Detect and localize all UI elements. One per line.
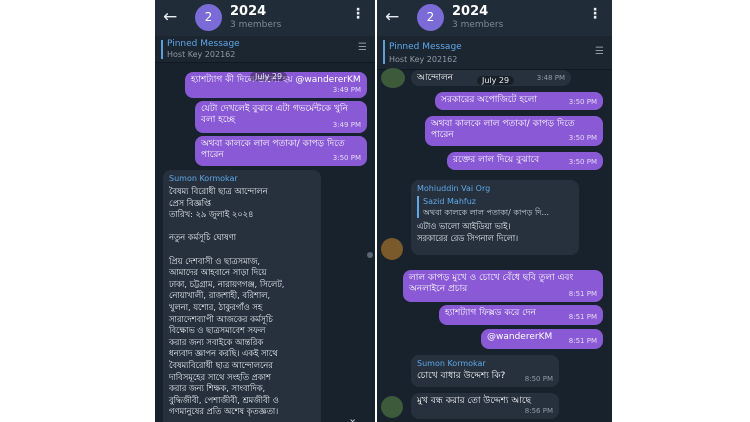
chat-header: ← 2 2024 3 members ⋮ bbox=[377, 0, 612, 36]
message-bubble[interactable]: লাল কাপড় মুখে ও চোখে বেঁধে ছবি তুলা এবং… bbox=[403, 270, 603, 302]
chat-panel-left: ← 2 2024 3 members ⋮ Pinned Message Host… bbox=[155, 0, 375, 422]
reply-message[interactable]: Mohiuddin Vai Org Sazid Mahfuz অথবা কালক… bbox=[411, 180, 579, 255]
avatar[interactable] bbox=[381, 68, 405, 88]
quote-text: অথবা কালকে লাল পতাকা/ কাপড় দি... bbox=[423, 208, 550, 217]
message-time: 8:51 PM bbox=[568, 313, 597, 321]
member-count: 3 members bbox=[230, 20, 282, 30]
member-count: 3 members bbox=[452, 20, 504, 30]
message-text: বৈষম্য বিরোধী ছাত্র আন্দোলন প্রেস বিজ্ঞপ… bbox=[169, 186, 285, 417]
group-avatar[interactable]: 2 bbox=[417, 4, 444, 31]
reply-quote[interactable]: Sazid Mahfuz অথবা কালকে লাল পতাকা/ কাপড়… bbox=[417, 196, 573, 218]
scroll-indicator[interactable] bbox=[367, 252, 373, 258]
message-time: 8:56 PM bbox=[524, 407, 553, 415]
message-bubble[interactable]: অথবা কালকে লাল পতাকা/ কাপড় দিতে পারেন 3… bbox=[195, 136, 367, 166]
message-bubble[interactable]: যেটা দেখলেই বুঝবে এটা গভর্মেন্টকে খুনি ব… bbox=[195, 101, 367, 133]
pin-accent-bar bbox=[161, 40, 163, 59]
avatar[interactable] bbox=[381, 396, 403, 418]
chevron-down-icon[interactable]: ⌄ bbox=[348, 412, 357, 422]
message-bubble[interactable]: রক্তের লাল দিয়ে বুঝাবে 3:50 PM bbox=[447, 152, 603, 170]
pin-list-icon[interactable]: ☰ bbox=[358, 42, 367, 53]
message-time: 3:50 PM bbox=[332, 154, 361, 162]
pinned-label: Pinned Message bbox=[167, 39, 240, 49]
message-bubble[interactable]: অথবা কালকে লাল পতাকা/ কাপড় দিতে পারেন 3… bbox=[425, 116, 603, 146]
sender-name: Sumon Kormokar bbox=[169, 174, 238, 183]
chat-title[interactable]: 2024 bbox=[230, 4, 266, 19]
sender-name: Mohiuddin Vai Org bbox=[417, 184, 491, 193]
message-time: 8:51 PM bbox=[568, 290, 597, 298]
group-avatar[interactable]: 2 bbox=[195, 4, 222, 31]
message-time: 3:50 PM bbox=[568, 134, 597, 142]
press-release-message[interactable]: Sumon Kormokar বৈষম্য বিরোধী ছাত্র আন্দো… bbox=[163, 170, 321, 422]
pin-accent-bar bbox=[383, 40, 385, 64]
message-time: 3:49 PM bbox=[332, 86, 361, 94]
avatar[interactable] bbox=[381, 238, 403, 260]
message-bubble[interactable]: সরকারের অপোজিটে হলো 3:50 PM bbox=[435, 92, 603, 110]
arrow-left-icon[interactable]: ← bbox=[385, 7, 399, 27]
message-bubble[interactable]: Sumon Kormokar চোখে বাধার উদ্দেশ্য কি? 8… bbox=[411, 355, 559, 387]
message-bubble[interactable]: @wandererKM 8:51 PM bbox=[481, 329, 603, 349]
date-chip: July 29 bbox=[477, 76, 515, 85]
date-chip: July 29 bbox=[250, 72, 288, 81]
arrow-left-icon[interactable]: ← bbox=[163, 7, 177, 27]
message-bubble[interactable]: হ্যাশট্যাগ ফিক্সড করে দেন 8:51 PM bbox=[439, 305, 603, 325]
message-time: 8:51 PM bbox=[568, 337, 597, 345]
pinned-message[interactable]: Pinned Message Host Key 202162 ☰ bbox=[155, 36, 375, 63]
message-time: 3:50 PM bbox=[568, 98, 597, 106]
more-options-icon[interactable]: ⋮ bbox=[588, 6, 602, 22]
pinned-message[interactable]: Pinned Message Host Key 202162 ☰ bbox=[377, 36, 612, 70]
message-time: 3:50 PM bbox=[568, 158, 597, 166]
more-options-icon[interactable]: ⋮ bbox=[351, 6, 365, 22]
pinned-text: Host Key 202162 bbox=[389, 55, 458, 64]
message-time: 3:49 PM bbox=[332, 121, 361, 129]
chat-header: ← 2 2024 3 members ⋮ bbox=[155, 0, 375, 36]
pin-list-icon[interactable]: ☰ bbox=[595, 46, 604, 57]
chat-title[interactable]: 2024 bbox=[452, 4, 488, 19]
chat-panel-right: ← 2 2024 3 members ⋮ Pinned Message Host… bbox=[377, 0, 612, 422]
pinned-label: Pinned Message bbox=[389, 42, 462, 52]
quote-author: Sazid Mahfuz bbox=[423, 197, 476, 206]
message-time: 8:50 PM bbox=[524, 375, 553, 383]
message-bubble[interactable]: মুখ বন্ধ করার তো উদ্দেশ্য আছে 8:56 PM bbox=[411, 393, 559, 419]
message-text: এটাও ভালো আইডিয়া ভাই। সরকারের রেড সিগনা… bbox=[417, 221, 519, 243]
message-time: 3:48 PM bbox=[536, 74, 565, 82]
sender-name: Sumon Kormokar bbox=[417, 359, 486, 368]
pinned-text: Host Key 202162 bbox=[167, 50, 236, 59]
